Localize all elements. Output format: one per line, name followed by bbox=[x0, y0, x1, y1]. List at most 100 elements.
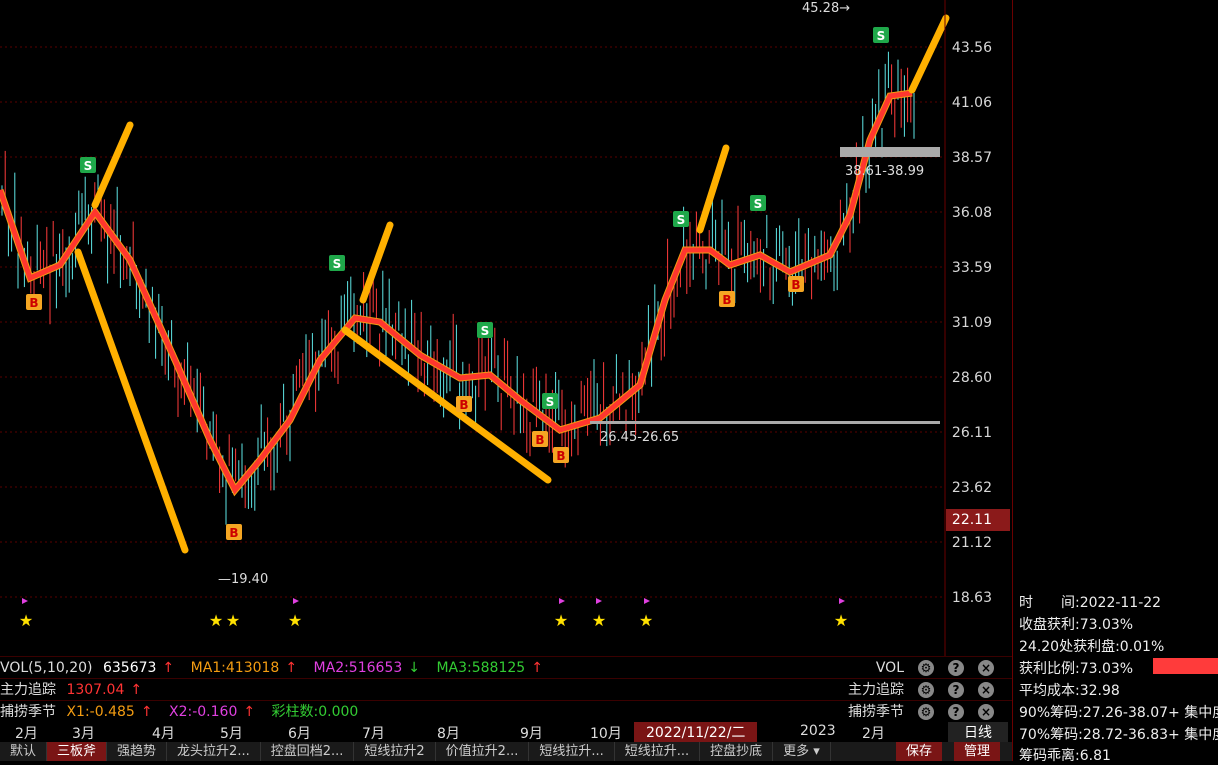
tab-longtou[interactable]: 龙头拉升2... bbox=[167, 742, 261, 761]
vol-name: VOL(5,10,20) bbox=[0, 660, 93, 676]
tab-qiangqushi[interactable]: 强趋势 bbox=[107, 742, 168, 761]
bulao-name: 捕捞季节 bbox=[0, 704, 56, 720]
vol-indicator-row[interactable]: VOL(5,10,20) 635673 ↑ MA1:413018 ↑ MA2:516… bbox=[0, 656, 1012, 679]
sell-signal-letter: S bbox=[877, 29, 886, 43]
save-button[interactable]: 保存 bbox=[896, 742, 943, 761]
bulao-indicator-row[interactable]: 捕捞季节 X1:-0.485 ↑ X2:-0.160 ↑ 彩柱数:0.000 捕捞季… bbox=[0, 700, 1012, 723]
tab-jiazhi-lasheng[interactable]: 价值拉升2... bbox=[436, 742, 530, 761]
tab-more[interactable]: 更多 ▾ bbox=[773, 742, 831, 761]
bulao-right-label: 捕捞季节 bbox=[848, 704, 904, 720]
vol-ma1: MA1:413018 ↑ bbox=[190, 660, 298, 676]
tab-kongpan-chaodi[interactable]: 控盘抄底 bbox=[700, 742, 774, 761]
price-label: 23.62 bbox=[951, 480, 992, 496]
period-button[interactable]: 日线 bbox=[948, 722, 1008, 742]
star-icon: ★ bbox=[592, 611, 606, 630]
buy-signal-letter: B bbox=[29, 296, 38, 310]
month-axis: 2月 3月 4月 5月 6月 7月 8月 9月 10月 2023 2月 2022… bbox=[0, 722, 1012, 742]
bulao-caizhu: 彩柱数:0.000 bbox=[271, 704, 359, 720]
chip-70: 70%筹码:28.72-36.83+ 集中度 bbox=[1019, 727, 1218, 743]
price-label: 43.56 bbox=[951, 40, 992, 56]
sell-signal-letter: S bbox=[333, 257, 342, 271]
trend-arrow bbox=[341, 326, 552, 484]
month-label: 2月 bbox=[862, 726, 885, 742]
star-icon: ★ bbox=[834, 611, 848, 630]
trend-arrow bbox=[908, 14, 950, 94]
chip-info-panel: 时 间:2022-11-22 收盘获利:73.03% 24.20处获利盘:0.0… bbox=[1012, 0, 1218, 764]
zhuli-name: 主力追踪 bbox=[0, 682, 56, 698]
tab-duanxian-lasheng2[interactable]: 短线拉升2 bbox=[354, 742, 436, 761]
help-icon[interactable]: ? bbox=[948, 660, 964, 676]
chip-dev: 筹码乖离:6.81 bbox=[1019, 748, 1111, 764]
gear-icon[interactable]: ⚙ bbox=[918, 682, 934, 698]
candlestick-chart[interactable]: BBBBBBBSSSSSSS ★ ★ ★ ★ ★ ★ ★ ★ bbox=[0, 0, 1012, 656]
close-icon[interactable]: × bbox=[978, 704, 994, 720]
chip-profit: 收盘获利:73.03% bbox=[1019, 617, 1134, 633]
month-label: 2023 bbox=[800, 723, 836, 739]
vol-value: 635673 ↑ bbox=[102, 660, 175, 676]
month-label: 7月 bbox=[362, 726, 385, 742]
vol-ma2: MA2:516653 ↓ bbox=[313, 660, 420, 676]
manage-button[interactable]: 管理 bbox=[954, 742, 1001, 761]
price-label: 31.09 bbox=[951, 315, 992, 331]
flag-icon bbox=[293, 598, 299, 604]
chip-at-price: 24.20处获利盘:0.01% bbox=[1019, 639, 1165, 655]
price-label: 28.60 bbox=[951, 370, 992, 386]
buy-signal-letter: B bbox=[791, 278, 800, 292]
month-label: 2月 bbox=[15, 726, 38, 742]
sell-signal-letter: S bbox=[677, 213, 686, 227]
star-icon: ★ bbox=[639, 611, 653, 630]
band-annotation: 26.45-26.65 bbox=[600, 430, 680, 445]
bulao-x1: X1:-0.485 ↑ bbox=[66, 704, 153, 720]
trend-arrow bbox=[74, 248, 189, 554]
month-label: 5月 bbox=[220, 726, 243, 742]
buy-signal-letter: B bbox=[556, 449, 565, 463]
buy-signal-letter: B bbox=[722, 293, 731, 307]
flag-icon bbox=[559, 598, 565, 604]
close-icon[interactable]: × bbox=[978, 660, 994, 676]
month-label: 10月 bbox=[590, 726, 622, 742]
buy-signal-letter: B bbox=[229, 526, 238, 540]
star-icon: ★ bbox=[288, 611, 302, 630]
star-icon: ★ bbox=[19, 611, 33, 630]
vol-right-label: VOL bbox=[875, 660, 904, 676]
high-annotation: 45.28→ bbox=[802, 1, 851, 16]
price-label: 21.12 bbox=[951, 535, 992, 551]
support-band bbox=[590, 421, 940, 424]
price-label: 18.63 bbox=[951, 590, 992, 606]
trend-arrow bbox=[91, 121, 134, 209]
month-label: 4月 bbox=[152, 726, 175, 742]
tab-kongpan-huidang[interactable]: 控盘回档2... bbox=[261, 742, 355, 761]
flag-icon bbox=[839, 598, 845, 604]
price-label: 38.57 bbox=[951, 150, 992, 166]
star-icon: ★ bbox=[209, 611, 223, 630]
bulao-x2: X2:-0.160 ↑ bbox=[169, 704, 256, 720]
resistance-band bbox=[840, 147, 940, 157]
star-icon: ★ bbox=[226, 611, 240, 630]
tab-default[interactable]: 默认 bbox=[0, 742, 48, 761]
low-annotation: —19.40 bbox=[218, 572, 269, 587]
gear-icon[interactable]: ⚙ bbox=[918, 704, 934, 720]
strategy-tabs: 默认 三板斧 强趋势 龙头拉升2... 控盘回档2... 短线拉升2 价值拉升2… bbox=[0, 742, 1012, 761]
vol-ma3: MA3:588125 ↑ bbox=[436, 660, 543, 676]
price-label: 36.08 bbox=[951, 205, 992, 221]
month-label: 3月 bbox=[72, 726, 95, 742]
price-label: 26.11 bbox=[951, 425, 992, 441]
price-label: 41.06 bbox=[951, 95, 992, 111]
chip-time: 时 间:2022-11-22 bbox=[1019, 595, 1162, 611]
buy-signal-letter: B bbox=[459, 398, 468, 412]
gear-icon[interactable]: ⚙ bbox=[918, 660, 934, 676]
zhuli-right-label: 主力追踪 bbox=[848, 682, 904, 698]
chip-ratio-bar bbox=[1153, 658, 1218, 674]
tab-duanxian-lasheng-b[interactable]: 短线拉升... bbox=[615, 742, 701, 761]
help-icon[interactable]: ? bbox=[948, 704, 964, 720]
close-icon[interactable]: × bbox=[978, 682, 994, 698]
chip-ratio: 获利比例:73.03% bbox=[1019, 661, 1134, 677]
buy-signal-letter: B bbox=[535, 433, 544, 447]
help-icon[interactable]: ? bbox=[948, 682, 964, 698]
tab-duanxian-lasheng-a[interactable]: 短线拉升... bbox=[529, 742, 615, 761]
month-label: 8月 bbox=[437, 726, 460, 742]
tab-sanbanfu[interactable]: 三板斧 bbox=[47, 742, 108, 761]
zhuli-indicator-row[interactable]: 主力追踪 1307.04 ↑ 主力追踪 ⚙? × bbox=[0, 678, 1012, 701]
month-label: 9月 bbox=[520, 726, 543, 742]
flag-icon bbox=[596, 598, 602, 604]
